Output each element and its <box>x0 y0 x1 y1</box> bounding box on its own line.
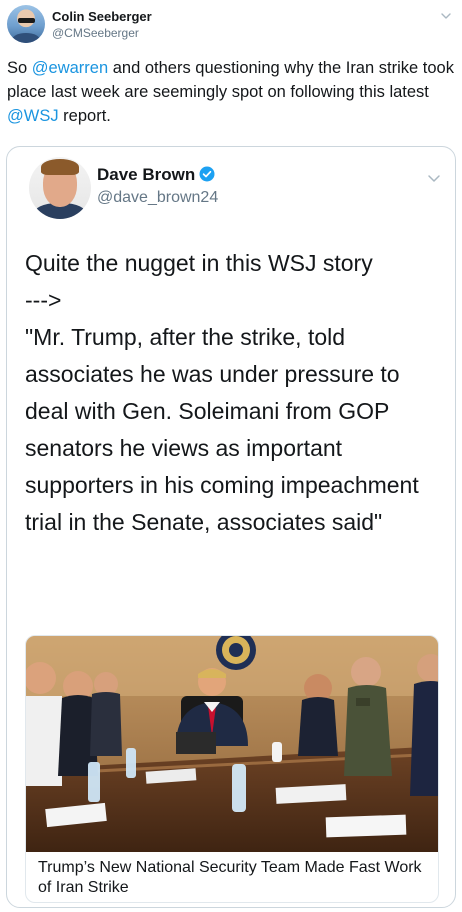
situation-room-photo-svg <box>26 636 438 852</box>
hair-shape <box>41 159 79 175</box>
quoted-author-name[interactable]: Dave Brown <box>97 165 215 185</box>
tweet-text: So @ewarren and others questioning why t… <box>7 56 455 128</box>
chevron-down-icon[interactable] <box>440 10 452 22</box>
quoted-tweet-text: Quite the nugget in this WSJ story ---> … <box>25 250 419 535</box>
quoted-avatar[interactable] <box>29 157 91 219</box>
tweet: Colin Seeberger @CMSeeberger So @ewarren… <box>0 0 462 912</box>
avatar[interactable] <box>7 5 45 43</box>
shirt-shape <box>12 33 40 43</box>
verified-badge-icon <box>199 166 215 182</box>
link-title[interactable]: Trump’s New National Security Team Made … <box>38 858 428 898</box>
quoted-tweet[interactable]: Dave Brown @dave_brown24 Quite the nugge… <box>6 146 456 908</box>
link-preview-card[interactable]: Trump’s New National Security Team Made … <box>25 635 439 903</box>
quoted-author-name-text: Dave Brown <box>97 165 196 184</box>
author-handle[interactable]: @CMSeeberger <box>52 26 139 40</box>
sunglasses-shape <box>18 18 35 23</box>
mention-ewarren[interactable]: @ewarren <box>32 59 108 77</box>
author-name[interactable]: Colin Seeberger <box>52 9 152 24</box>
chevron-down-icon[interactable] <box>427 171 441 185</box>
quoted-author-handle[interactable]: @dave_brown24 <box>97 189 218 207</box>
text-part: report. <box>58 107 111 125</box>
text-part: So <box>7 59 32 77</box>
mention-wsj[interactable]: @WSJ <box>7 107 59 125</box>
situation-room-photo <box>26 636 438 852</box>
